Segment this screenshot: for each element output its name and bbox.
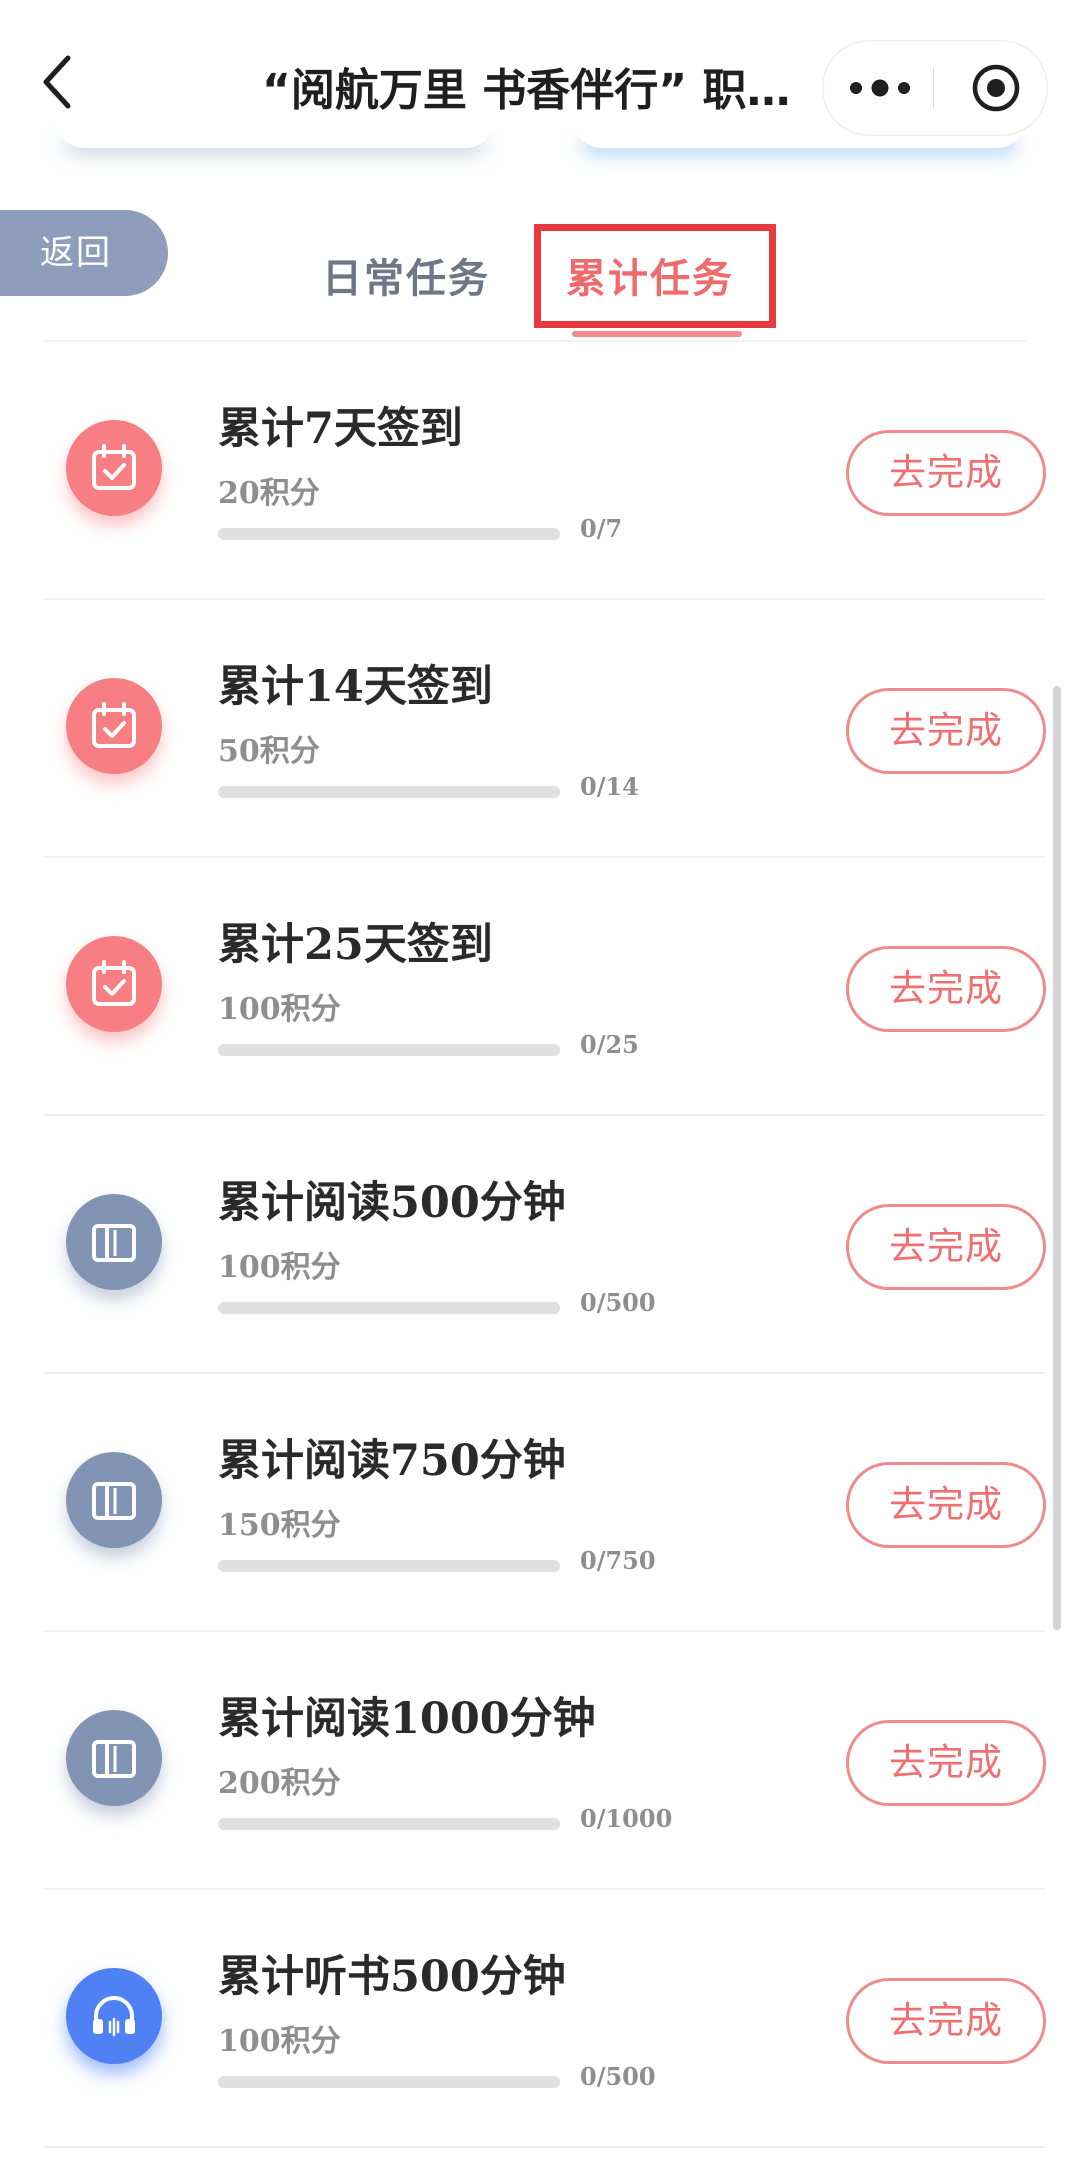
go-complete-button[interactable]: 去完成 <box>846 1462 1046 1548</box>
task-points: 50积分 <box>218 734 320 769</box>
peek-card-left <box>55 118 495 148</box>
book-icon <box>66 1194 162 1290</box>
back-chevron-icon[interactable] <box>36 52 80 112</box>
progress-bar <box>218 1044 560 1056</box>
close-miniprogram-icon[interactable] <box>971 63 1021 113</box>
progress-text: 0/25 <box>580 1030 639 1059</box>
task-points: 200积分 <box>218 1766 341 1801</box>
progress-bar <box>218 1560 560 1572</box>
progress-text: 0/14 <box>580 772 639 801</box>
task-row: 累计25天签到 100积分 0/25 去完成 <box>44 858 1046 1116</box>
task-title: 累计14天签到 <box>218 662 493 712</box>
progress-bar <box>218 786 560 798</box>
task-row: 累计阅读1000分钟 200积分 0/1000 去完成 <box>44 1632 1046 1890</box>
task-title: 累计阅读500分钟 <box>218 1178 566 1228</box>
task-points: 20积分 <box>218 476 320 511</box>
task-row: 累计阅读750分钟 150积分 0/750 去完成 <box>44 1374 1046 1632</box>
progress-text: 0/500 <box>580 1288 656 1317</box>
calendar-check-icon <box>66 936 162 1032</box>
task-row: 累计阅读500分钟 100积分 0/500 去完成 <box>44 1116 1046 1374</box>
task-title: 累计听书500分钟 <box>218 1952 566 2002</box>
tab-cumulative-tasks[interactable]: 累计任务 <box>566 246 734 304</box>
progress-bar <box>218 528 560 540</box>
capsule-divider <box>933 67 934 109</box>
active-tab-underline <box>572 331 742 337</box>
task-title: 累计阅读1000分钟 <box>218 1694 596 1744</box>
progress-bar <box>218 1302 560 1314</box>
go-complete-button[interactable]: 去完成 <box>846 430 1046 516</box>
headphone-icon <box>66 1968 162 2064</box>
progress-text: 0/1000 <box>580 1804 673 1833</box>
go-complete-button[interactable]: 去完成 <box>846 1720 1046 1806</box>
go-complete-button[interactable]: 去完成 <box>846 1204 1046 1290</box>
calendar-check-icon <box>66 678 162 774</box>
progress-text: 0/7 <box>580 514 623 543</box>
progress-text: 0/500 <box>580 2062 656 2091</box>
task-points: 100积分 <box>218 2024 341 2059</box>
scrollbar[interactable] <box>1053 686 1061 1630</box>
task-points: 100积分 <box>218 992 341 1027</box>
task-points: 150积分 <box>218 1508 341 1543</box>
peek-card-right <box>572 118 1026 148</box>
more-icon[interactable] <box>847 75 913 101</box>
progress-bar <box>218 1818 560 1830</box>
go-complete-button[interactable]: 去完成 <box>846 688 1046 774</box>
task-title: 累计25天签到 <box>218 920 493 970</box>
go-complete-button[interactable]: 去完成 <box>846 1978 1046 2064</box>
task-list: 累计7天签到 20积分 0/7 去完成 累计14天签到 50积分 0/14 去完… <box>0 342 1080 2148</box>
task-title: 累计阅读750分钟 <box>218 1436 566 1486</box>
page-title: “阅航万里 书香伴行” 职… <box>262 65 791 116</box>
tab-daily-tasks[interactable]: 日常任务 <box>322 246 490 304</box>
progress-bar <box>218 2076 560 2088</box>
calendar-check-icon <box>66 420 162 516</box>
task-row: 累计14天签到 50积分 0/14 去完成 <box>44 600 1046 858</box>
go-complete-button[interactable]: 去完成 <box>846 946 1046 1032</box>
task-points: 100积分 <box>218 1250 341 1285</box>
task-title: 累计7天签到 <box>218 404 463 454</box>
book-icon <box>66 1452 162 1548</box>
progress-text: 0/750 <box>580 1546 656 1575</box>
return-button[interactable]: 返回 <box>0 210 168 296</box>
book-icon <box>66 1710 162 1806</box>
task-row: 累计7天签到 20积分 0/7 去完成 <box>44 342 1046 600</box>
task-row: 累计听书500分钟 100积分 0/500 去完成 <box>44 1890 1046 2148</box>
